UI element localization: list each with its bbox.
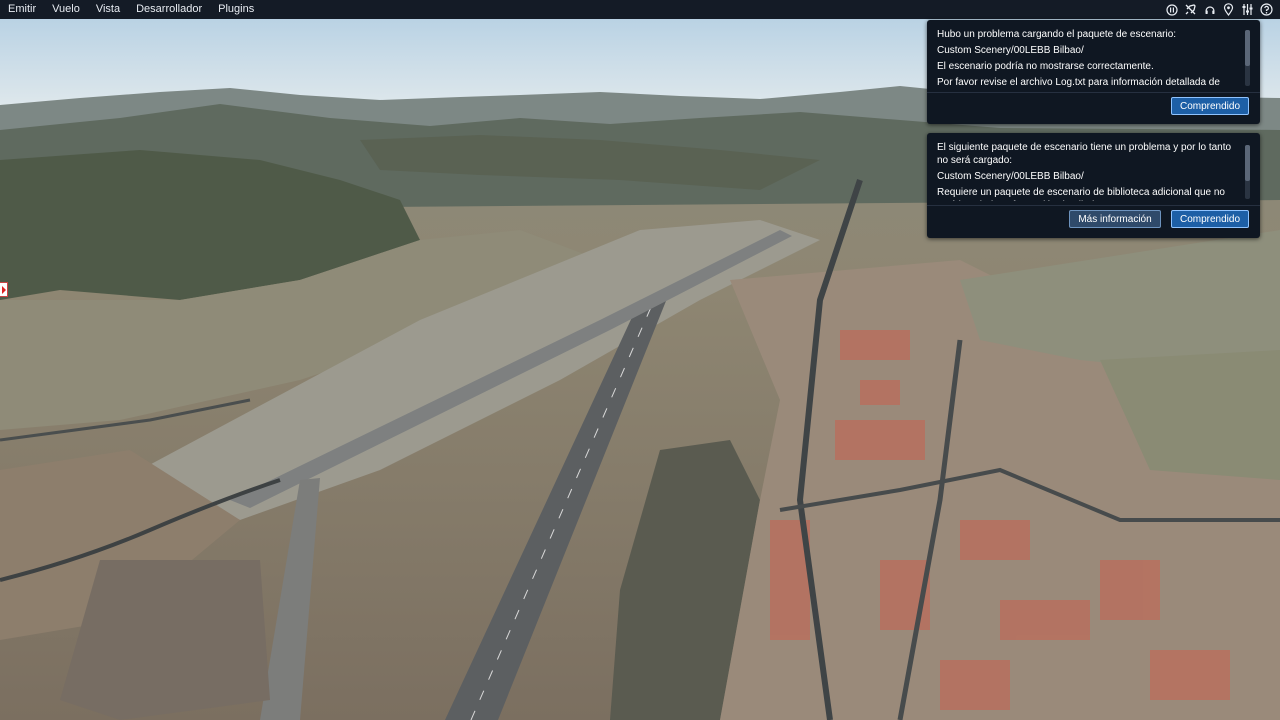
notice-line: El siguiente paquete de escenario tiene … (937, 142, 1232, 166)
help-icon[interactable] (1259, 2, 1274, 17)
menubar-icon-group (1164, 0, 1274, 19)
settings-sliders-icon[interactable] (1240, 2, 1255, 17)
menu-emitir[interactable]: Emitir (0, 0, 44, 19)
notice-line: Custom Scenery/00LEBB Bilbao/ (937, 45, 1084, 56)
arrow-right-icon (1, 285, 6, 294)
notice-scrollbar[interactable] (1245, 30, 1250, 86)
pause-icon[interactable] (1164, 2, 1179, 17)
atc-headset-icon[interactable] (1202, 2, 1217, 17)
scrollbar-thumb[interactable] (1245, 30, 1250, 66)
notice-message: Hubo un problema cargando el paquete de … (937, 28, 1239, 90)
understood-button[interactable]: Comprendido (1171, 97, 1249, 115)
notice-line: Requiere un paquete de escenario de bibl… (937, 187, 1225, 201)
notice-line: El escenario podría no mostrarse correct… (937, 61, 1154, 72)
notice-line: Custom Scenery/00LEBB Bilbao/ (937, 171, 1084, 182)
scenery-missing-library-panel: El siguiente paquete de escenario tiene … (927, 133, 1260, 238)
scenery-load-warning-panel: Hubo un problema cargando el paquete de … (927, 20, 1260, 124)
divider (927, 92, 1260, 93)
menu-vista[interactable]: Vista (88, 0, 128, 19)
divider (927, 205, 1260, 206)
menu-desarrollador[interactable]: Desarrollador (128, 0, 210, 19)
notice-scrollbar[interactable] (1245, 145, 1250, 199)
menu-bar: Emitir Vuelo Vista Desarrollador Plugins (0, 0, 1280, 19)
scrollbar-thumb[interactable] (1245, 145, 1250, 181)
left-edge-expand-tab[interactable] (0, 282, 8, 297)
map-pin-icon[interactable] (1221, 2, 1236, 17)
aircraft-icon[interactable] (1183, 2, 1198, 17)
notice-line: Hubo un problema cargando el paquete de … (937, 29, 1177, 40)
more-info-button[interactable]: Más información (1069, 210, 1161, 228)
notice-line: Por favor revise el archivo Log.txt para… (937, 77, 1220, 88)
menu-vuelo[interactable]: Vuelo (44, 0, 88, 19)
menu-plugins[interactable]: Plugins (210, 0, 262, 19)
understood-button[interactable]: Comprendido (1171, 210, 1249, 228)
notice-message: El siguiente paquete de escenario tiene … (937, 141, 1239, 201)
